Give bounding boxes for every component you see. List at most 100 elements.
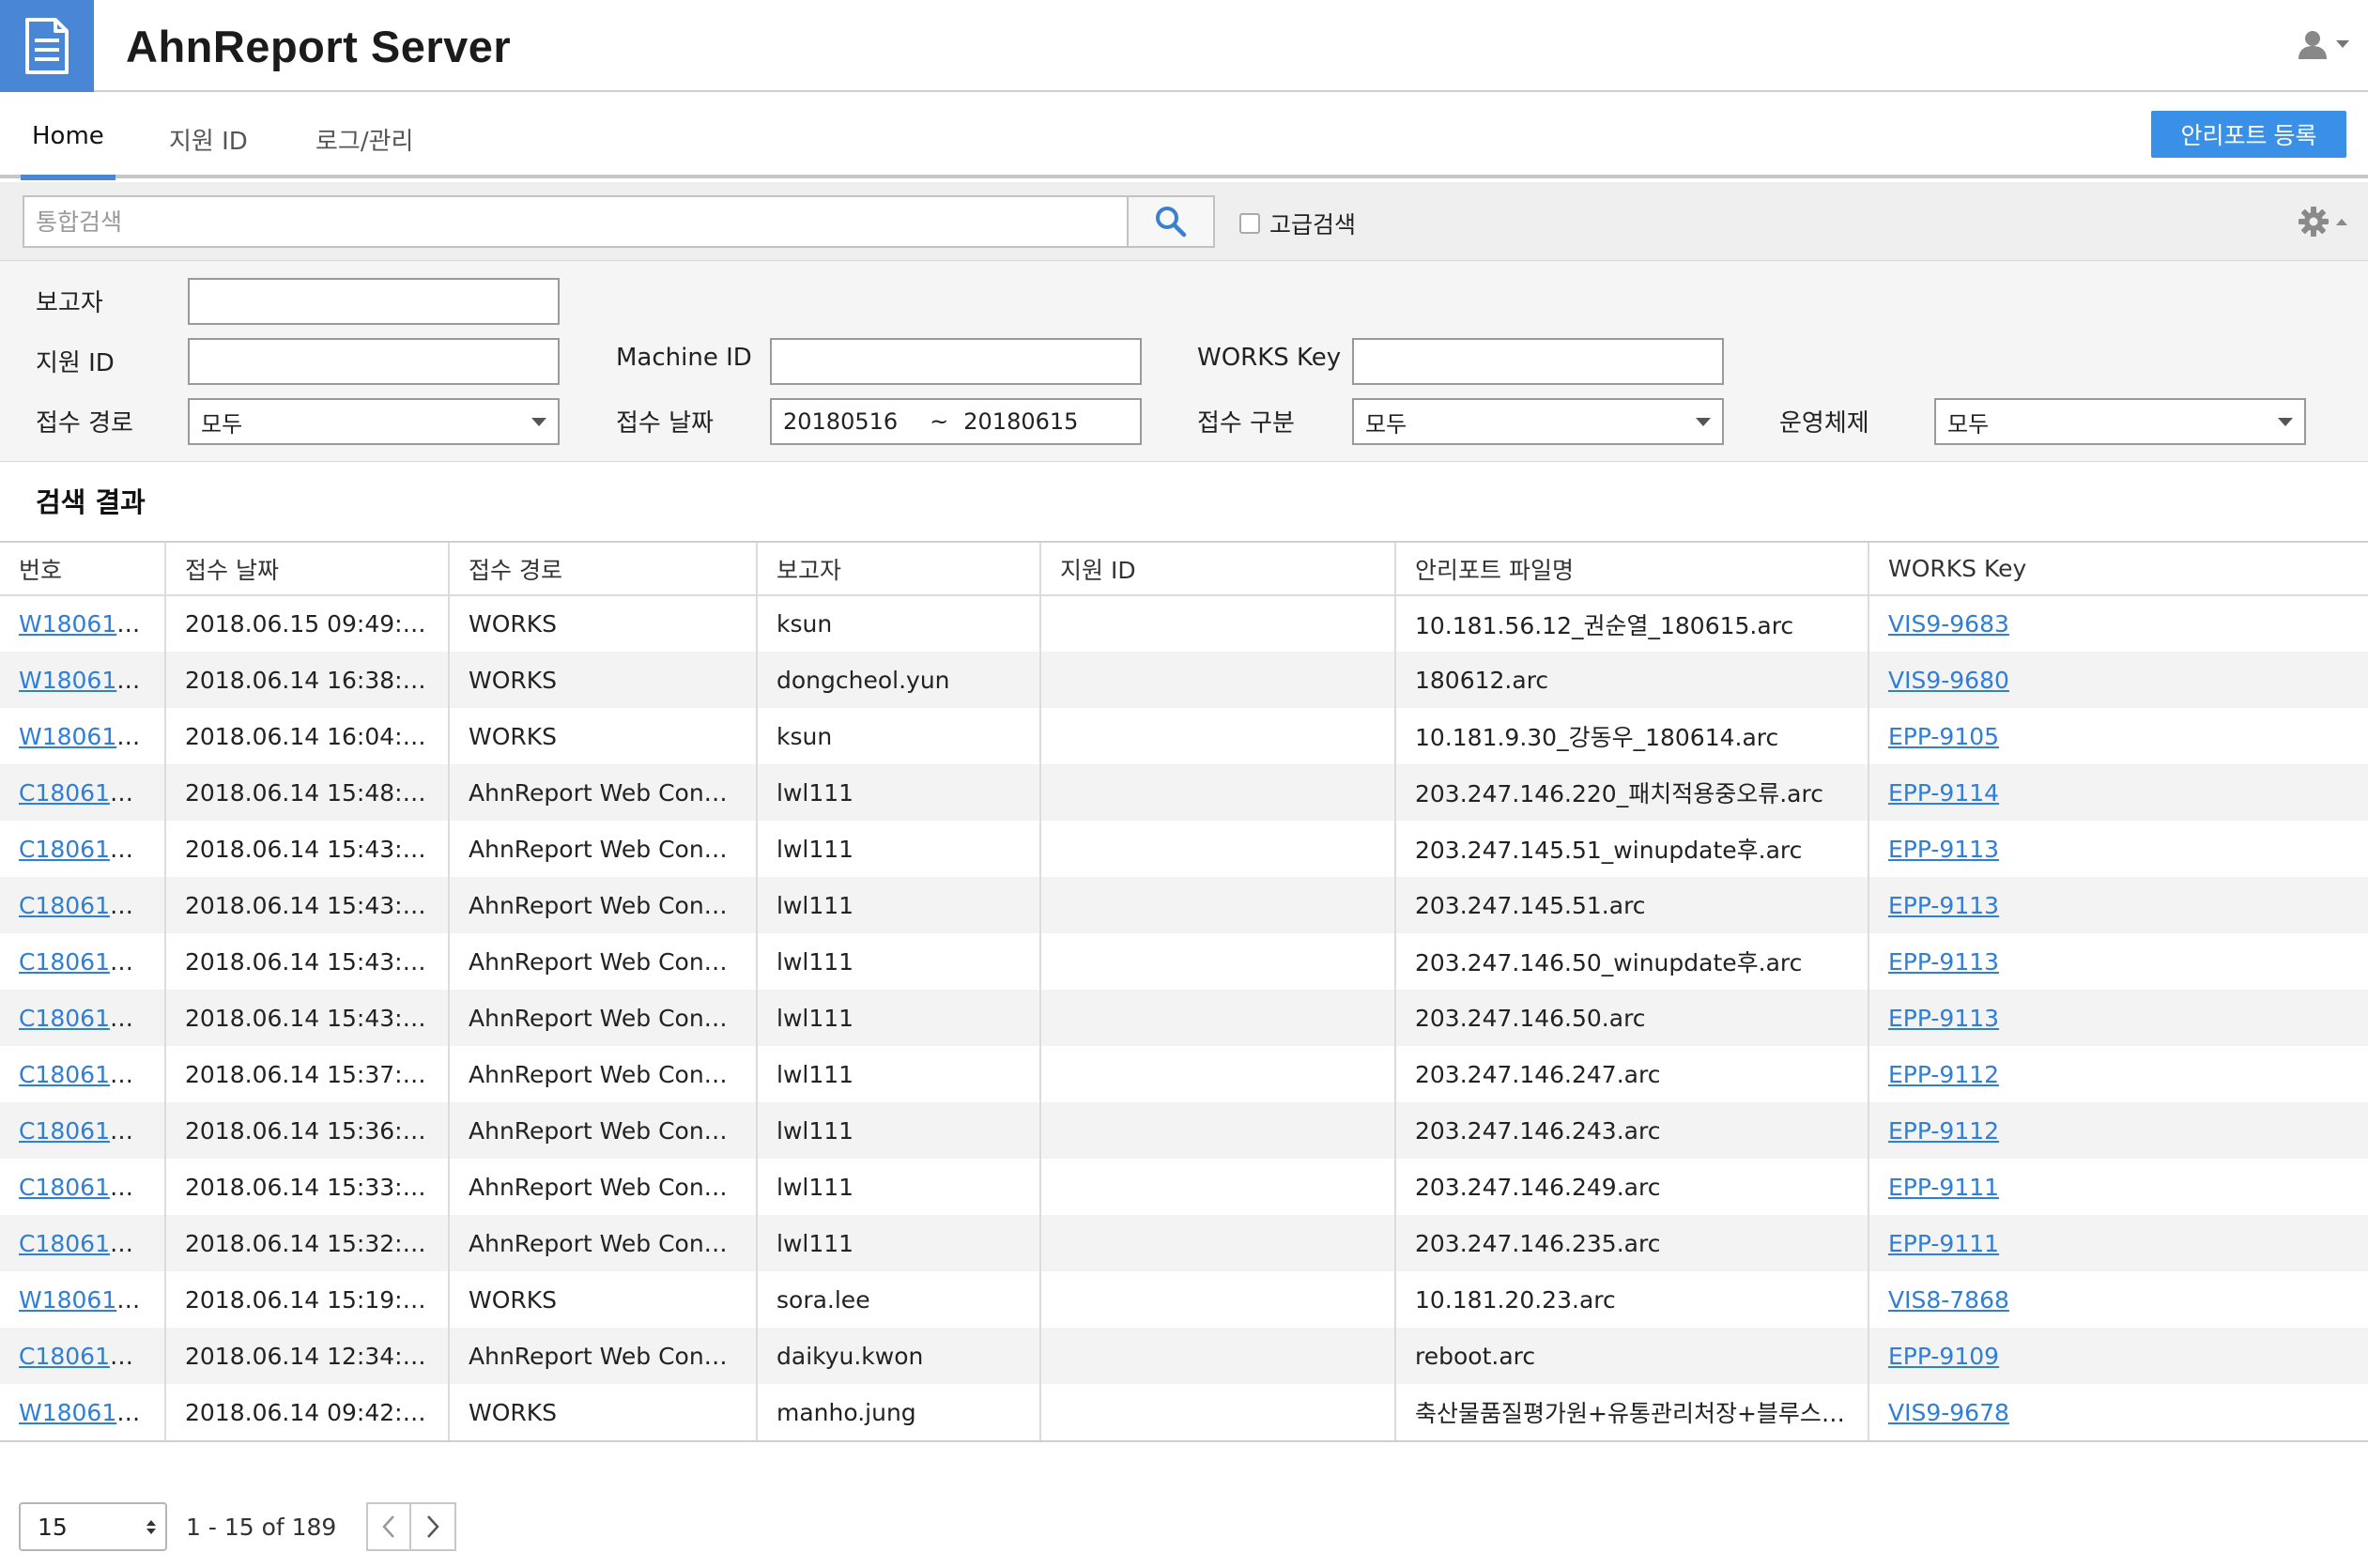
table-row[interactable]: C180614-10 2018.06.14 15:48:13 AhnReport W… bbox=[0, 764, 2368, 821]
report-number-link[interactable]: C180614-7 bbox=[19, 948, 148, 976]
prev-page-button[interactable] bbox=[366, 1502, 412, 1551]
report-number-link[interactable]: C180614-8 bbox=[19, 892, 148, 919]
search-input[interactable] bbox=[23, 195, 1127, 248]
tab-log-management[interactable]: 로그/관리 bbox=[315, 122, 413, 178]
channel-select[interactable]: 모두 bbox=[188, 398, 560, 445]
report-number-link[interactable]: C180614-3 bbox=[19, 1174, 148, 1201]
advanced-search-checkbox[interactable] bbox=[1239, 213, 1260, 234]
works-key-link[interactable]: VIS9-9683 bbox=[1888, 610, 2009, 638]
cell-channel: AhnReport Web Console bbox=[449, 821, 758, 877]
cell-no: C180614-2 bbox=[0, 1215, 166, 1271]
cell-file: 203.247.146.243.arc bbox=[1395, 1102, 1869, 1159]
cell-key: EPP-9109 bbox=[1868, 1328, 2368, 1384]
column-header[interactable]: 안리포트 파일명 bbox=[1395, 543, 1869, 596]
report-number-link[interactable]: C180614-2 bbox=[19, 1230, 148, 1257]
cell-reporter: lwl111 bbox=[757, 1159, 1041, 1215]
report-number-link[interactable]: C180614-6 bbox=[19, 1005, 148, 1032]
advanced-search-toggle[interactable]: 고급검색 bbox=[1239, 207, 1356, 240]
cell-file: 203.247.146.220_패치적용중오류.arc bbox=[1395, 764, 1869, 821]
tab-home[interactable]: Home bbox=[21, 122, 115, 180]
table-row[interactable]: C180614-6 2018.06.14 15:43:03 AhnReport We… bbox=[0, 990, 2368, 1046]
tab-support-id[interactable]: 지원 ID bbox=[169, 122, 248, 178]
cell-support-id bbox=[1040, 1102, 1396, 1159]
machine-id-field[interactable] bbox=[770, 338, 1142, 385]
works-key-link[interactable]: VIS9-9680 bbox=[1888, 667, 2009, 694]
works-key-label: WORKS Key bbox=[1197, 344, 1342, 372]
date-range-field[interactable]: 20180516 ~ 20180615 bbox=[770, 398, 1142, 445]
page-size-select[interactable]: 15 bbox=[19, 1502, 167, 1551]
table-row[interactable]: C180614-7 2018.06.14 15:43:23 AhnReport We… bbox=[0, 933, 2368, 990]
register-report-button[interactable]: 안리포트 등록 bbox=[2151, 111, 2346, 158]
column-header[interactable]: 접수 날짜 bbox=[165, 543, 450, 596]
cell-date: 2018.06.14 15:37:05 bbox=[165, 1046, 450, 1102]
report-number-link[interactable]: W180614-2 bbox=[19, 1286, 155, 1314]
search-button[interactable] bbox=[1127, 195, 1215, 248]
works-key-link[interactable]: EPP-9112 bbox=[1888, 1061, 1999, 1088]
works-key-link[interactable]: EPP-9111 bbox=[1888, 1174, 1999, 1201]
column-header[interactable]: WORKS Key bbox=[1868, 543, 2368, 596]
report-number-link[interactable]: W180614-3 bbox=[19, 723, 155, 750]
report-number-link[interactable]: C180614-5 bbox=[19, 1061, 148, 1088]
table-row[interactable]: C180614-5 2018.06.14 15:37:05 AhnReport We… bbox=[0, 1046, 2368, 1102]
cell-channel: WORKS bbox=[449, 652, 758, 708]
support-id-field[interactable] bbox=[188, 338, 560, 385]
cell-channel: AhnReport Web Console bbox=[449, 1328, 758, 1384]
reporter-field[interactable] bbox=[188, 278, 560, 325]
column-header[interactable]: 보고자 bbox=[757, 543, 1041, 596]
support-id-label: 지원 ID bbox=[36, 349, 115, 377]
works-key-link[interactable]: EPP-9113 bbox=[1888, 836, 1999, 863]
cell-file: 203.247.146.50_winupdate후.arc bbox=[1395, 933, 1869, 990]
column-header[interactable]: 접수 경로 bbox=[449, 543, 758, 596]
cell-date: 2018.06.14 15:33:02 bbox=[165, 1159, 450, 1215]
table-row[interactable]: C180614-4 2018.06.14 15:36:50 AhnReport We… bbox=[0, 1102, 2368, 1159]
table-row[interactable]: C180614-9 2018.06.14 15:43:54 AhnReport We… bbox=[0, 821, 2368, 877]
cell-key: EPP-9113 bbox=[1868, 990, 2368, 1046]
table-row[interactable]: W180614-3 2018.06.14 16:04:47 WORKS ksun 10.… bbox=[0, 708, 2368, 764]
cell-file: 10.181.20.23.arc bbox=[1395, 1271, 1869, 1328]
os-label: 운영체제 bbox=[1779, 409, 1869, 438]
document-icon[interactable] bbox=[0, 0, 94, 92]
cell-channel: WORKS bbox=[449, 1271, 758, 1328]
table-row[interactable]: C180614-3 2018.06.14 15:33:02 AhnReport We… bbox=[0, 1159, 2368, 1215]
works-key-link[interactable]: EPP-9113 bbox=[1888, 948, 1999, 976]
report-number-link[interactable]: W180615-1 bbox=[19, 610, 155, 638]
works-key-link[interactable]: EPP-9113 bbox=[1888, 1005, 1999, 1032]
table-row[interactable]: C180614-8 2018.06.14 15:43:41 AhnReport We… bbox=[0, 877, 2368, 933]
table-row[interactable]: W180614-2 2018.06.14 15:19:35 WORKS sora.le… bbox=[0, 1271, 2368, 1328]
settings-menu[interactable] bbox=[2297, 205, 2347, 238]
works-key-link[interactable]: VIS9-9678 bbox=[1888, 1399, 2009, 1426]
works-key-link[interactable]: EPP-9114 bbox=[1888, 779, 1999, 807]
report-number-link[interactable]: C180614-1 bbox=[19, 1343, 148, 1370]
category-select[interactable]: 모두 bbox=[1352, 398, 1724, 445]
cell-support-id bbox=[1040, 652, 1396, 708]
report-number-link[interactable]: C180614-4 bbox=[19, 1117, 148, 1145]
works-key-link[interactable]: EPP-9111 bbox=[1888, 1230, 1999, 1257]
report-number-link[interactable]: W180614-1 bbox=[19, 1399, 155, 1426]
works-key-link[interactable]: EPP-9105 bbox=[1888, 723, 1999, 750]
works-key-link[interactable]: EPP-9109 bbox=[1888, 1343, 1999, 1370]
report-number-link[interactable]: W180614-4 bbox=[19, 667, 155, 694]
table-row[interactable]: W180614-1 2018.06.14 09:42:10 WORKS manho.j… bbox=[0, 1384, 2368, 1440]
date-from: 20180516 bbox=[783, 408, 899, 435]
works-key-link[interactable]: EPP-9112 bbox=[1888, 1117, 1999, 1145]
table-row[interactable]: C180614-2 2018.06.14 15:32:49 AhnReport We… bbox=[0, 1215, 2368, 1271]
cell-no: W180614-2 bbox=[0, 1271, 166, 1328]
works-key-link[interactable]: VIS8-7868 bbox=[1888, 1286, 2009, 1314]
user-menu[interactable] bbox=[2297, 28, 2349, 60]
cell-no: C180614-1 bbox=[0, 1328, 166, 1384]
column-header[interactable]: 지원 ID bbox=[1040, 543, 1396, 596]
column-header[interactable]: 번호 bbox=[0, 543, 166, 596]
cell-channel: AhnReport Web Console bbox=[449, 764, 758, 821]
table-row[interactable]: C180614-1 2018.06.14 12:34:30 AhnReport We… bbox=[0, 1328, 2368, 1384]
report-number-link[interactable]: C180614-10 bbox=[19, 779, 163, 807]
report-number-link[interactable]: C180614-9 bbox=[19, 836, 148, 863]
next-page-button[interactable] bbox=[411, 1502, 457, 1551]
table-row[interactable]: W180614-4 2018.06.14 16:38:52 WORKS dongche… bbox=[0, 652, 2368, 708]
works-key-field[interactable] bbox=[1352, 338, 1724, 385]
cell-support-id bbox=[1040, 933, 1396, 990]
os-select[interactable]: 모두 bbox=[1934, 398, 2306, 445]
chevron-down-icon bbox=[1696, 417, 1711, 426]
works-key-link[interactable]: EPP-9113 bbox=[1888, 892, 1999, 919]
table-row[interactable]: W180615-1 2018.06.15 09:49:27 WORKS ksun 10.… bbox=[0, 595, 2368, 652]
gear-icon bbox=[2299, 207, 2329, 237]
